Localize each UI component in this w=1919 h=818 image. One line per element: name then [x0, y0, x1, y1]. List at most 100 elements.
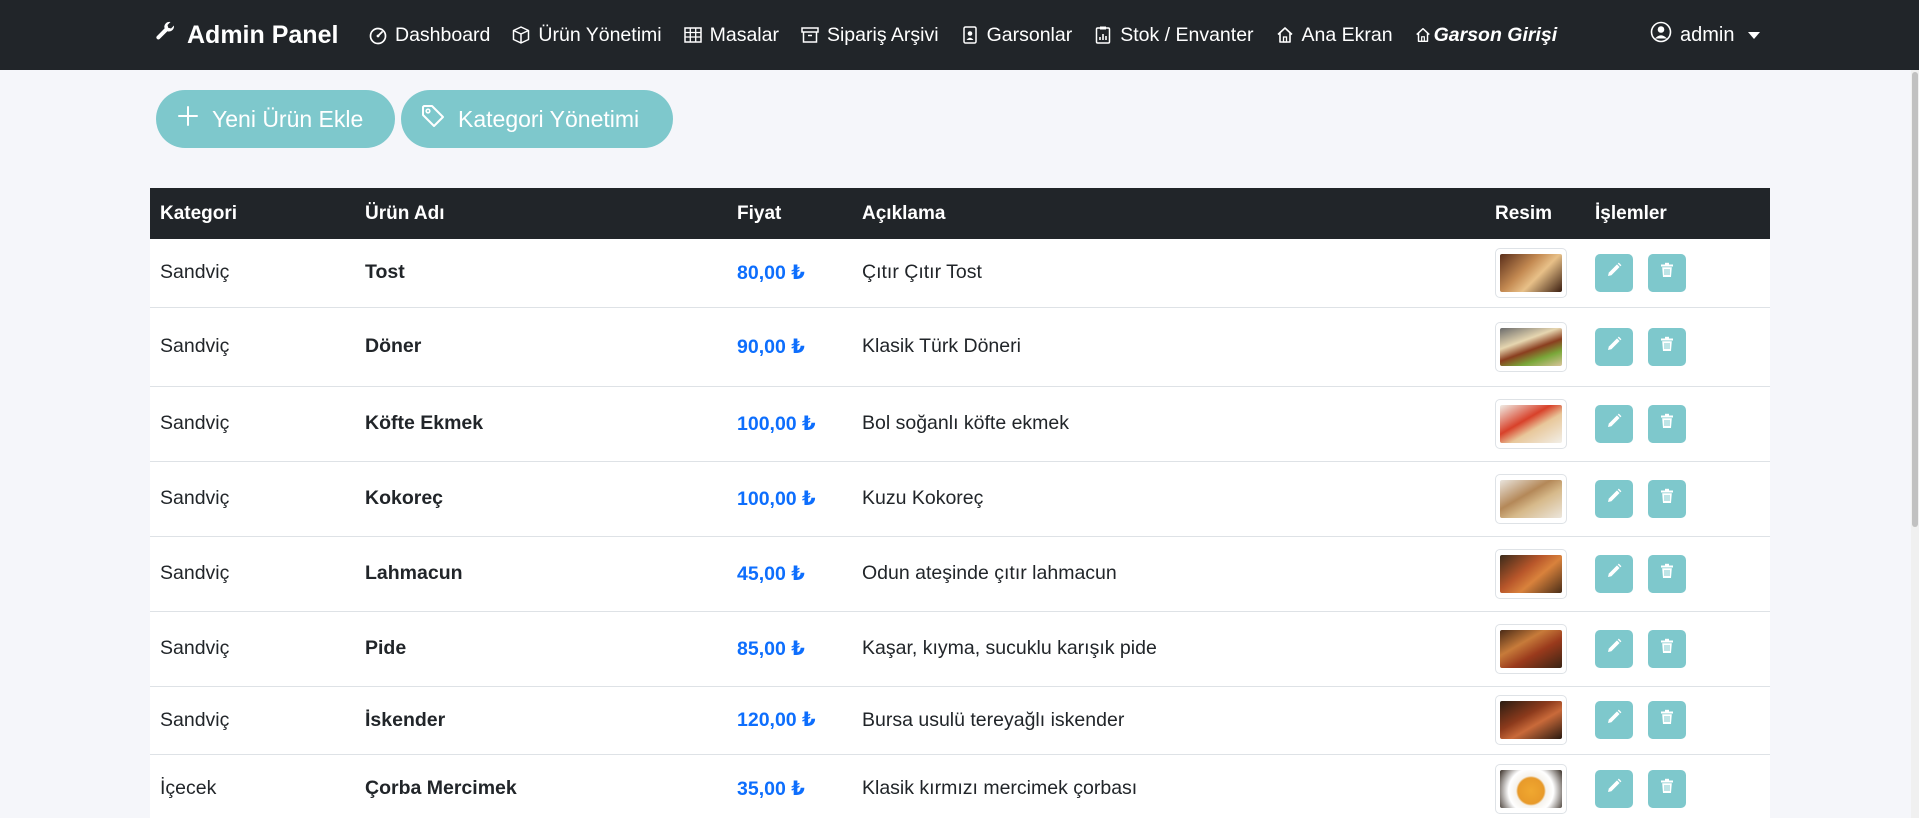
- row-actions: [1595, 479, 1770, 518]
- column-header-price[interactable]: Fiyat: [727, 188, 852, 239]
- cell-price: 35,00 ₺: [727, 754, 852, 818]
- table-row: Sandviç Lahmacun 45,00 ₺ Odun ateşinde ç…: [150, 536, 1770, 612]
- delete-button[interactable]: [1648, 327, 1686, 366]
- user-menu-dropdown[interactable]: admin: [1650, 0, 1761, 70]
- category-management-button[interactable]: Kategori Yönetimi: [401, 90, 673, 148]
- cell-price: 120,00 ₺: [727, 686, 852, 755]
- row-actions: [1595, 629, 1770, 668]
- column-header-actions[interactable]: İşlemler: [1585, 188, 1770, 239]
- brand[interactable]: Admin Panel: [153, 0, 338, 70]
- cell-product-name: Tost: [355, 239, 727, 308]
- delete-button[interactable]: [1648, 554, 1686, 593]
- column-header-product-name[interactable]: Ürün Adı: [355, 188, 727, 239]
- cell-price: 90,00 ₺: [727, 307, 852, 387]
- cell-actions: [1585, 754, 1770, 818]
- edit-button[interactable]: [1595, 769, 1633, 808]
- nav-item-waiters[interactable]: Garsonlar: [960, 24, 1072, 47]
- cell-description: Bursa usulü tereyağlı iskender: [852, 686, 1485, 755]
- cell-category: Sandviç: [150, 611, 355, 687]
- edit-button[interactable]: [1595, 253, 1633, 292]
- cell-description: Bol soğanlı köfte ekmek: [852, 386, 1485, 462]
- add-product-label: Yeni Ürün Ekle: [212, 105, 364, 132]
- column-header-image[interactable]: Resim: [1485, 188, 1585, 239]
- cell-image: [1485, 754, 1585, 818]
- nav-label: Sipariş Arşivi: [826, 23, 939, 46]
- edit-button[interactable]: [1595, 554, 1633, 593]
- delete-button[interactable]: [1648, 629, 1686, 668]
- trash-icon: [1658, 562, 1676, 586]
- nav-item-dashboard[interactable]: Dashboard: [368, 24, 490, 47]
- gauge-icon: [368, 25, 388, 45]
- cell-description: Odun ateşinde çıtır lahmacun: [852, 536, 1485, 612]
- pencil-icon: [1605, 487, 1623, 511]
- product-image: [1500, 404, 1562, 443]
- trash-icon: [1658, 708, 1676, 732]
- product-thumbnail[interactable]: [1495, 321, 1567, 372]
- cell-description: Kuzu Kokoreç: [852, 461, 1485, 537]
- row-actions: [1595, 701, 1770, 739]
- product-thumbnail[interactable]: [1495, 695, 1567, 745]
- delete-button[interactable]: [1648, 253, 1686, 292]
- brand-title: Admin Panel: [187, 20, 339, 49]
- cell-category: Sandviç: [150, 536, 355, 612]
- nav-item-tables[interactable]: Masalar: [683, 24, 779, 47]
- cell-image: [1485, 611, 1585, 687]
- house-icon: [1275, 25, 1295, 45]
- delete-button[interactable]: [1648, 404, 1686, 443]
- cell-category: Sandviç: [150, 307, 355, 387]
- cell-price: 80,00 ₺: [727, 239, 852, 308]
- edit-button[interactable]: [1595, 479, 1633, 518]
- edit-button[interactable]: [1595, 701, 1633, 739]
- delete-button[interactable]: [1648, 701, 1686, 739]
- add-product-button[interactable]: Yeni Ürün Ekle: [156, 90, 395, 148]
- trash-icon: [1658, 637, 1676, 661]
- edit-button[interactable]: [1595, 327, 1633, 366]
- cell-product-name: Kokoreç: [355, 461, 727, 537]
- page-scrollbar-thumb[interactable]: [1912, 72, 1918, 527]
- cell-actions: [1585, 307, 1770, 387]
- nav-item-products[interactable]: Ürün Yönetimi: [511, 24, 662, 47]
- cell-category: Sandviç: [150, 686, 355, 755]
- nav-item-waiter-login[interactable]: Garson Girişi: [1414, 24, 1557, 47]
- delete-button[interactable]: [1648, 479, 1686, 518]
- product-thumbnail[interactable]: [1495, 398, 1567, 449]
- row-actions: [1595, 253, 1770, 292]
- edit-button[interactable]: [1595, 404, 1633, 443]
- cell-image: [1485, 239, 1585, 308]
- product-thumbnail[interactable]: [1495, 548, 1567, 599]
- table-row: Sandviç Kokoreç 100,00 ₺ Kuzu Kokoreç: [150, 461, 1770, 537]
- product-thumbnail[interactable]: [1495, 473, 1567, 524]
- cell-price: 45,00 ₺: [727, 536, 852, 612]
- product-image: [1500, 554, 1562, 593]
- badge-icon: [960, 25, 980, 45]
- cell-price: 85,00 ₺: [727, 611, 852, 687]
- trash-icon: [1658, 777, 1676, 801]
- cell-description: Kaşar, kıyma, sucuklu karışık pide: [852, 611, 1485, 687]
- cell-product-name: Lahmacun: [355, 536, 727, 612]
- edit-button[interactable]: [1595, 629, 1633, 668]
- cell-actions: [1585, 686, 1770, 755]
- delete-button[interactable]: [1648, 769, 1686, 808]
- trash-icon: [1658, 261, 1676, 285]
- nav-label: Stok / Envanter: [1120, 23, 1254, 46]
- nav-item-order-archive[interactable]: Sipariş Arşivi: [800, 24, 939, 47]
- column-header-category[interactable]: Kategori: [150, 188, 355, 239]
- product-thumbnail[interactable]: [1495, 623, 1567, 674]
- product-thumbnail[interactable]: [1495, 763, 1567, 814]
- row-actions: [1595, 554, 1770, 593]
- product-image: [1500, 327, 1562, 366]
- archive-icon: [800, 25, 820, 45]
- products-table-container: Kategori Ürün Adı Fiyat Açıklama Resim İ…: [150, 188, 1770, 818]
- nav-item-home[interactable]: Ana Ekran: [1275, 24, 1393, 47]
- product-image: [1500, 769, 1562, 808]
- column-header-description[interactable]: Açıklama: [852, 188, 1485, 239]
- nav-item-inventory[interactable]: Stok / Envanter: [1093, 23, 1254, 47]
- trash-icon: [1658, 412, 1676, 436]
- nav-label: Dashboard: [395, 23, 491, 46]
- table-row: Sandviç Köfte Ekmek 100,00 ₺ Bol soğanlı…: [150, 386, 1770, 462]
- product-thumbnail[interactable]: [1495, 247, 1567, 298]
- house-icon: [1414, 25, 1432, 45]
- table-row: İçecek Çorba Mercimek 35,00 ₺ Klasik kır…: [150, 754, 1770, 818]
- row-actions: [1595, 769, 1770, 808]
- cell-image: [1485, 536, 1585, 612]
